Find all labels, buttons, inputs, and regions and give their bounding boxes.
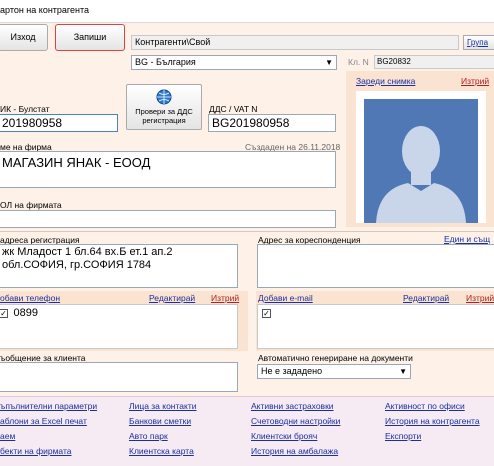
edit-phone-link[interactable]: Редактирай [149, 293, 195, 303]
link-excel-templates[interactable]: аблони за Excel печат [0, 416, 87, 426]
chevron-down-icon: ▼ [325, 58, 333, 67]
client-no-field: BG20832 [374, 55, 494, 69]
group-button[interactable]: Група [463, 35, 494, 50]
divider [0, 231, 494, 232]
link-office-activity[interactable]: Активност по офиси [385, 401, 465, 411]
same-address-link[interactable]: Един и същ [444, 234, 490, 244]
auto-docs-label: Автоматично генериране на документи [258, 353, 413, 363]
client-no-label: Кл. N [348, 57, 369, 67]
add-phone-link[interactable]: обави телефон [0, 293, 60, 303]
list-item[interactable]: ✓ [262, 308, 271, 318]
link-col1-3[interactable]: аем [0, 431, 15, 441]
link-contractor-history[interactable]: История на контрагента [385, 416, 480, 426]
group-path-field: Контрагенти\Свой [131, 35, 459, 50]
phones-list[interactable]: ✓ 0899 [0, 304, 238, 349]
link-client-counter[interactable]: Клиентски брояч [251, 431, 317, 441]
list-item[interactable]: ✓ 0899 [0, 307, 38, 319]
link-bank-accounts[interactable]: Банкови сметки [129, 416, 191, 426]
chevron-down-icon: ▼ [399, 367, 407, 376]
client-message-input[interactable] [0, 362, 238, 392]
delete-photo-link[interactable]: Изтрий [461, 76, 489, 86]
mol-label: ОЛ на фирмата [0, 200, 62, 210]
country-select[interactable]: BG - България ▼ [131, 55, 337, 70]
save-button-label: Запиши [73, 32, 107, 42]
delete-email-link[interactable]: Изтрий [466, 293, 494, 303]
link-packaging-history[interactable]: История на амбалажа [251, 446, 338, 456]
delete-phone-link[interactable]: Изтрий [211, 293, 239, 303]
photo-panel: Зареди снимка Изтрий [346, 71, 494, 227]
load-photo-link[interactable]: Зареди снимка [356, 76, 415, 86]
save-button[interactable]: Запиши [55, 24, 125, 51]
exit-button-label: Изход [10, 32, 36, 42]
vat-input[interactable]: BG201980958 [208, 114, 336, 132]
link-accounting-settings[interactable]: Счетоводни настройки [251, 416, 340, 426]
edit-email-link[interactable]: Редактирай [403, 293, 449, 303]
window-title: артон на контрагента [0, 5, 90, 15]
add-email-link[interactable]: Добави e-mail [258, 293, 313, 303]
link-company-objects[interactable]: бекти на фирмата [0, 446, 71, 456]
link-active-insurance[interactable]: Активни застраховки [251, 401, 334, 411]
company-name-input[interactable]: МАГАЗИН ЯНАК - ЕООД [0, 151, 336, 188]
email-checkbox[interactable]: ✓ [262, 309, 271, 318]
link-contacts[interactable]: Лица за контакти [129, 401, 197, 411]
title-bar: артон на контрагента [0, 0, 494, 23]
phone-checkbox[interactable]: ✓ [0, 308, 8, 318]
avatar [356, 91, 486, 223]
registration-address-input[interactable]: жк Младост 1 бл.64 вх.Б ет.1 ап.2 обл.СО… [0, 244, 238, 288]
eik-label: ИК - Булстат [0, 104, 50, 114]
globe-icon [156, 89, 172, 105]
correspondence-address-input[interactable] [257, 244, 494, 288]
auto-docs-select[interactable]: Не е зададено ▼ [257, 364, 411, 379]
link-extra-params[interactable]: ъпълнителни параметри [0, 401, 97, 411]
person-silhouette-icon [356, 91, 486, 223]
vat-check-button[interactable]: Провери за ДДС регистрация [126, 84, 202, 130]
vat-label: ДДС / VAT N [209, 104, 258, 114]
exit-button[interactable]: Изход [0, 24, 48, 51]
link-client-card[interactable]: Клиентска карта [129, 446, 194, 456]
link-car-park[interactable]: Авто парк [129, 431, 168, 441]
mol-input[interactable] [0, 210, 336, 228]
eik-input[interactable]: 201980958 [0, 114, 118, 132]
emails-list[interactable]: ✓ [257, 304, 494, 349]
link-exports[interactable]: Експорти [385, 431, 421, 441]
